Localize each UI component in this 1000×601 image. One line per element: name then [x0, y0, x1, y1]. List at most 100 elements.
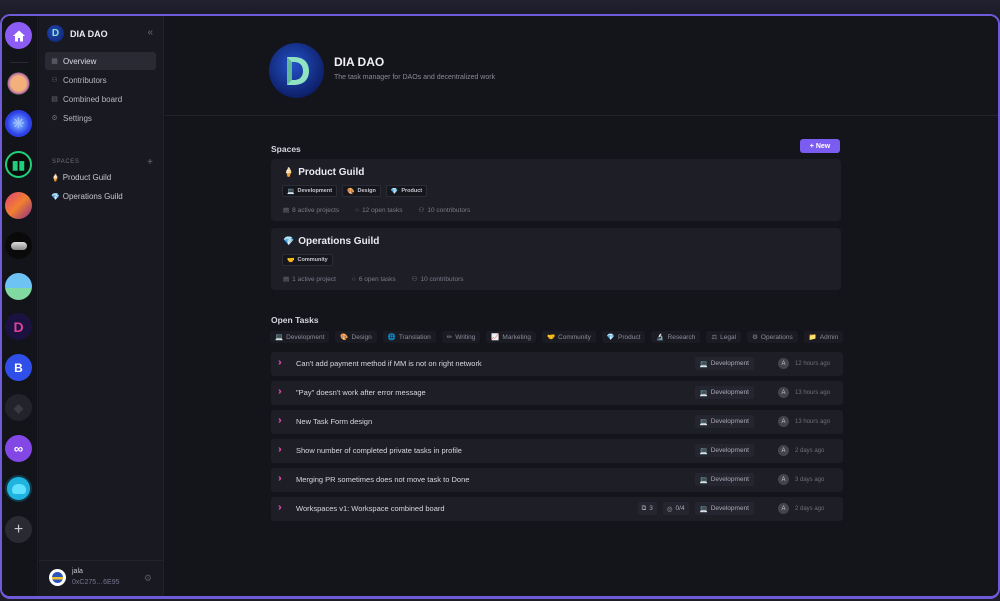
project-icon: ▤: [283, 207, 290, 214]
assignee-avatar[interactable]: A: [778, 358, 789, 369]
gem-icon: 💎: [283, 236, 295, 246]
tag-community: 🤝 Community: [282, 254, 333, 266]
filter-product[interactable]: 💎 Product: [601, 331, 646, 343]
task-row[interactable]: ›› Merging PR sometimes does not move ta…: [271, 468, 843, 492]
task-row[interactable]: ›› New Task Form design 💻 Development A 1…: [271, 410, 843, 434]
main-content: DIA DAO The task manager for DAOs and de…: [165, 16, 998, 596]
d-logo-avatar-icon: D: [13, 318, 24, 335]
users-icon: ⚇: [418, 207, 425, 214]
gem-icon: 💎: [606, 334, 616, 341]
globe-icon: 🌐: [387, 334, 396, 341]
sidebar-header[interactable]: D DIA DAO: [47, 25, 108, 42]
filter-label: Research: [667, 333, 696, 341]
laptop-icon: 💻: [275, 334, 284, 341]
assignee-avatar[interactable]: A: [778, 503, 789, 514]
sidebar-space-operations-guild[interactable]: 💎 Operations Guild: [51, 192, 123, 201]
filter-research[interactable]: 🔬 Research: [651, 331, 701, 343]
task-tag-label: Development: [710, 447, 749, 454]
space-card-operations-guild[interactable]: 💎 Operations Guild 🤝 Community ▤ 1 active …: [271, 228, 841, 290]
task-meta: 💻 Development A 13 hours ago: [694, 415, 835, 428]
palette-icon: 🎨: [340, 334, 349, 341]
task-title: Workspaces v1: Workspace combined board: [296, 504, 445, 513]
space-name: Operations Guild: [298, 236, 380, 247]
stat-text: 12 open tasks: [362, 206, 403, 214]
task-row[interactable]: ›› "Pay" doesn't work after error messag…: [271, 381, 843, 405]
task-row[interactable]: ›› Show number of completed private task…: [271, 439, 843, 463]
new-space-button[interactable]: + New: [800, 139, 840, 153]
chevrons-right-icon: ››: [278, 415, 281, 426]
subtasks-value: 3: [649, 505, 653, 512]
task-row[interactable]: ›› Workspaces v1: Workspace combined boa…: [271, 497, 843, 521]
workspace-polygon[interactable]: ∞: [5, 435, 32, 462]
subtasks-icon: ⧉: [641, 504, 647, 512]
space-tags: 🤝 Community: [282, 254, 333, 266]
open-tasks-title: Open Tasks: [271, 315, 319, 325]
task-tag: 💻 Development: [694, 386, 754, 399]
filter-label: Development: [286, 333, 325, 341]
stat-contributors: ⚇ 10 contributors: [418, 206, 471, 215]
filter-operations[interactable]: ⚙ Operations: [747, 331, 798, 343]
task-tag: 💻 Development: [694, 415, 754, 428]
sidebar-item-contributors[interactable]: ⚇ Contributors: [45, 71, 156, 89]
filter-translation[interactable]: 🌐 Translation: [382, 331, 436, 343]
workspace-orb[interactable]: [5, 70, 32, 97]
workspace-stripes[interactable]: [5, 192, 32, 219]
plus-icon: +: [13, 520, 24, 538]
logo-letter: D: [51, 28, 60, 39]
sidebar-item-settings[interactable]: ⚙ Settings: [45, 109, 156, 127]
user-settings-icon[interactable]: ⚙: [144, 573, 152, 584]
space-stats: ▤ 8 active projects ○ 12 open tasks ⚇ 10 co…: [283, 206, 471, 215]
sidebar-item-label: Combined board: [63, 94, 123, 104]
sidebar-item-overview[interactable]: ▦ Overview: [45, 52, 156, 70]
task-circle-icon: ○: [355, 206, 360, 214]
task-title: Show number of completed private tasks i…: [296, 446, 462, 455]
filter-community[interactable]: 🤝 Community: [541, 331, 596, 343]
assignee-avatar[interactable]: A: [778, 387, 789, 398]
assignee-avatar[interactable]: A: [778, 474, 789, 485]
org-description: The task manager for DAOs and decentrali…: [334, 74, 496, 81]
sidebar-item-combined-board[interactable]: ▤ Combined board: [45, 90, 156, 108]
space-tags: 💻 Development 🎨 Design 💎 Product: [282, 185, 428, 197]
workspace-metal[interactable]: [5, 232, 32, 259]
board-icon: ▤: [51, 95, 58, 103]
workspace-fox[interactable]: ◆: [5, 394, 32, 421]
elephant-avatar-icon: [11, 483, 26, 494]
user-avatar: [49, 569, 66, 586]
workspace-elephant[interactable]: [5, 475, 32, 502]
space-card-title: 🍦 Product Guild: [283, 167, 364, 178]
filter-development[interactable]: 💻 Development: [270, 331, 330, 343]
assignee-avatar[interactable]: A: [778, 416, 789, 427]
workspace-sky[interactable]: [5, 273, 32, 300]
metal-avatar-icon: [10, 241, 27, 250]
workspace-dia[interactable]: D: [5, 313, 32, 340]
task-tag-label: Development: [710, 360, 749, 367]
task-time: 13 hours ago: [795, 418, 831, 425]
org-logo-small: D: [47, 25, 64, 42]
task-meta: 💻 Development A 13 hours ago: [694, 386, 835, 399]
home-button[interactable]: [5, 22, 32, 49]
assignee-avatar[interactable]: A: [778, 445, 789, 456]
stat-text: 1 active project: [292, 275, 336, 283]
stat-projects: ▤ 1 active project: [283, 275, 336, 284]
chevrons-right-icon: ››: [278, 444, 281, 455]
workspace-b[interactable]: B: [5, 354, 32, 381]
filter-writing[interactable]: ✏ Writing: [441, 331, 481, 343]
user-profile[interactable]: jala 0xC275…6E95 ⚙: [39, 560, 164, 596]
space-card-product-guild[interactable]: 🍦 Product Guild 💻 Development 🎨 Design 💎 Pr…: [271, 159, 841, 221]
sidebar-space-product-guild[interactable]: 🍦 Product Guild: [51, 173, 111, 182]
task-row[interactable]: ›› Can't add payment method if MM is not…: [271, 352, 843, 376]
workspace-green-chart[interactable]: ▮▮: [5, 151, 32, 178]
users-icon: ⚇: [411, 276, 418, 283]
filter-marketing[interactable]: 📈 Marketing: [486, 331, 536, 343]
wallet-address: 0xC275…6E95: [72, 579, 120, 586]
stat-tasks: ○ 12 open tasks: [355, 206, 402, 214]
collapse-sidebar-icon[interactable]: «: [147, 27, 153, 38]
filter-label: Operations: [760, 333, 793, 341]
filter-label: Design: [351, 333, 372, 341]
filter-design[interactable]: 🎨 Design: [335, 331, 377, 343]
add-workspace-button[interactable]: +: [5, 516, 32, 543]
workspace-blue-burst[interactable]: ✳: [5, 110, 32, 137]
filter-legal[interactable]: ⚖ Legal: [706, 331, 742, 343]
filter-admin[interactable]: 📁 Admin: [803, 331, 844, 343]
add-space-icon[interactable]: +: [147, 157, 153, 168]
